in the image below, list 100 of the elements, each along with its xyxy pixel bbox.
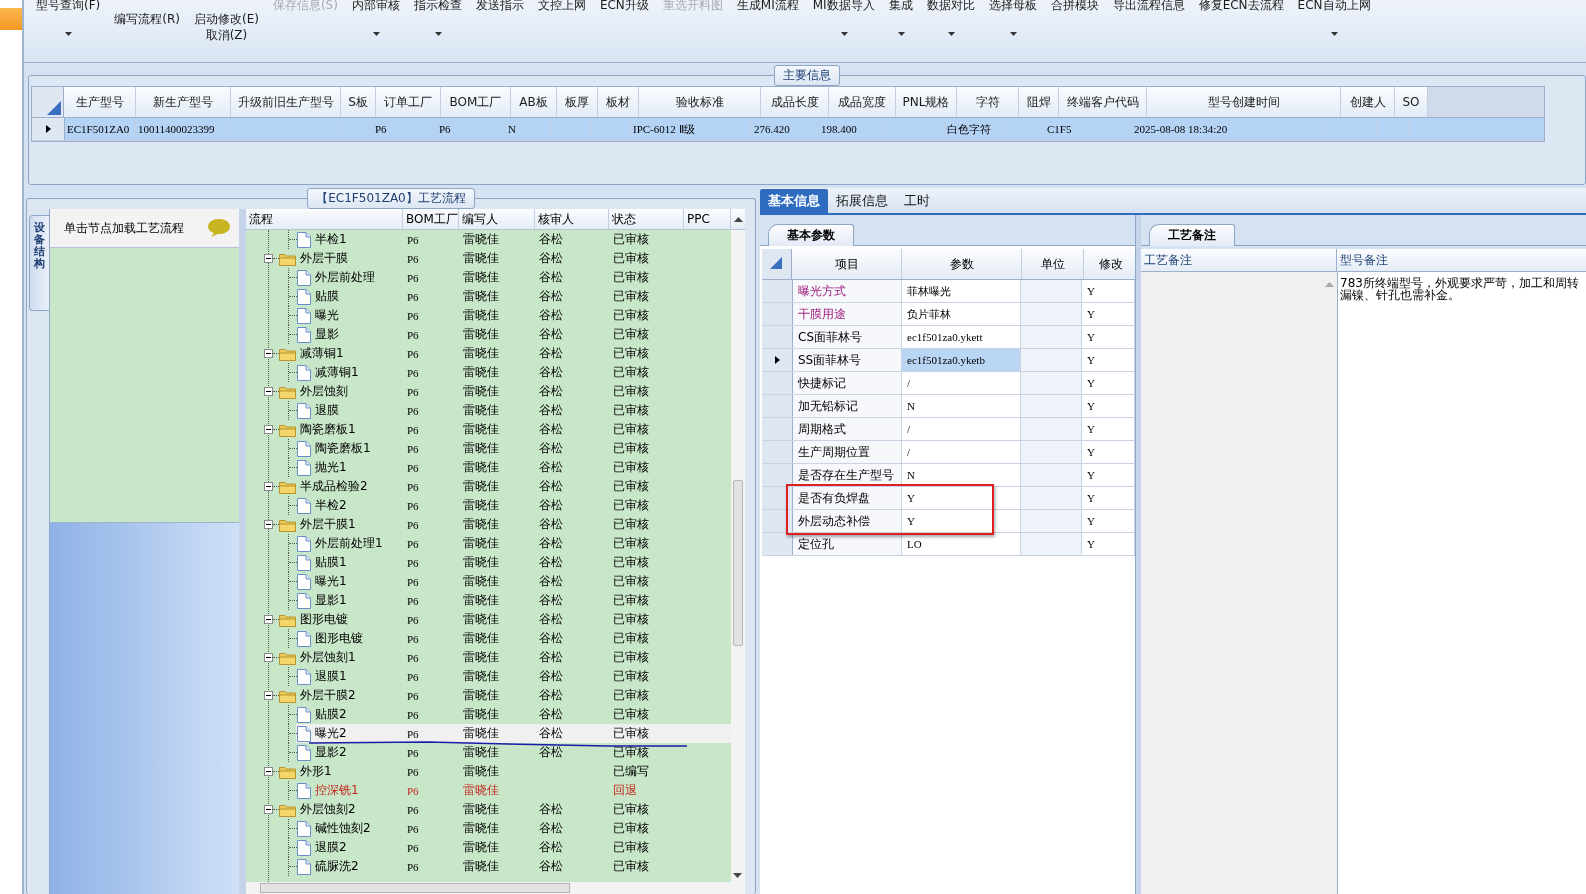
column-header[interactable]: 流程 <box>246 209 403 229</box>
column-header[interactable]: 型号备注 <box>1337 249 1586 271</box>
tree-row[interactable]: 退膜2 P6 雷晓佳 谷松 已审核 <box>246 838 731 857</box>
table-row[interactable]: 是否有负焊盘 Y Y <box>762 487 1135 510</box>
tree-item-label[interactable]: 显影1 <box>315 592 347 609</box>
tree-item-label[interactable]: 半检1 <box>315 231 347 248</box>
column-header[interactable]: 新生产型号 <box>136 87 231 117</box>
toolbar-button[interactable]: 选择母板 <box>984 0 1041 55</box>
column-header[interactable]: PPC <box>684 209 731 229</box>
tree-item-label[interactable]: 曝光1 <box>315 573 347 590</box>
tree-row[interactable]: 半成品检验2 P6 雷晓佳 谷松 已审核 <box>246 477 731 496</box>
scroll-thumb[interactable] <box>260 883 570 893</box>
tree-row[interactable]: 抛光1 P6 雷晓佳 谷松 已审核 <box>246 458 731 477</box>
tree-row[interactable]: 图形电镀 P6 雷晓佳 谷松 已审核 <box>246 610 731 629</box>
table-row[interactable]: 曝光方式 菲林曝光 Y <box>762 280 1135 303</box>
column-header[interactable]: BOM工厂 <box>441 87 511 117</box>
tree-row[interactable]: 外层蚀刻2 P6 雷晓佳 谷松 已审核 <box>246 800 731 819</box>
table-row[interactable]: 定位孔 LO Y <box>762 533 1135 556</box>
collapse-icon[interactable] <box>264 349 273 358</box>
tree-item-label[interactable]: 控深铣1 <box>315 782 359 799</box>
tree-row[interactable]: 显影1 P6 雷晓佳 谷松 已审核 <box>246 591 731 610</box>
tree-item-label[interactable]: 图形电镀 <box>315 630 363 647</box>
table-row[interactable]: CS面菲林号 ec1f501za0.ykett Y <box>762 326 1135 349</box>
tree-row[interactable]: 外层蚀刻 P6 雷晓佳 谷松 已审核 <box>246 382 731 401</box>
tree-row[interactable]: 贴膜 P6 雷晓佳 谷松 已审核 <box>246 287 731 306</box>
table-row[interactable]: 加无铅标记 N Y <box>762 395 1135 418</box>
tree-item-label[interactable]: 半成品检验2 <box>300 478 368 495</box>
table-row[interactable]: 是否存在生产型号 N Y <box>762 464 1135 487</box>
column-header[interactable]: 创建人 <box>1341 87 1395 117</box>
table-row[interactable]: EC1F501ZA0 10011400023399 P6 P6 N IPC-6012 Ⅱ级 276.420 198.400 白色字符 C1F5 2025-08-08 18:34:20 <box>32 118 1544 141</box>
column-header[interactable]: 验收标准 <box>639 87 761 117</box>
tree-item-label[interactable]: 外层蚀刻2 <box>300 801 356 818</box>
tree-row[interactable]: 陶瓷磨板1 P6 雷晓佳 谷松 已审核 <box>246 439 731 458</box>
tree-item-label[interactable]: 贴膜 <box>315 288 339 305</box>
tree-row[interactable]: 陶瓷磨板1 P6 雷晓佳 谷松 已审核 <box>246 420 731 439</box>
tree-row[interactable]: 曝光1 P6 雷晓佳 谷松 已审核 <box>246 572 731 591</box>
tree-item-label[interactable]: 抛光1 <box>315 459 347 476</box>
tree-item-label[interactable]: 陶瓷磨板1 <box>315 440 371 457</box>
tab[interactable]: 工时 <box>896 189 938 213</box>
column-header[interactable]: 升级前旧生产型号 <box>231 87 341 117</box>
table-row[interactable]: 外层动态补偿 Y Y <box>762 510 1135 533</box>
collapse-icon[interactable] <box>264 691 273 700</box>
column-header[interactable]: AB板 <box>511 87 557 117</box>
tree-row[interactable]: 外层蚀刻1 P6 雷晓佳 谷松 已审核 <box>246 648 731 667</box>
tree-row[interactable]: 图形电镀 P6 雷晓佳 谷松 已审核 <box>246 629 731 648</box>
toolbar-button[interactable]: 指示检查 <box>409 0 466 55</box>
column-header[interactable]: 核审人 <box>535 209 609 229</box>
tree-row[interactable]: 半检2 P6 雷晓佳 谷松 已审核 <box>246 496 731 515</box>
column-header[interactable]: 字符 <box>957 87 1019 117</box>
tree-item-label[interactable]: 贴膜1 <box>315 554 347 571</box>
row-header[interactable] <box>32 118 65 140</box>
column-header[interactable]: 板材 <box>598 87 639 117</box>
tree-row[interactable]: 曝光 P6 雷晓佳 谷松 已审核 <box>246 306 731 325</box>
tree-row[interactable]: 减薄铜1 P6 雷晓佳 谷松 已审核 <box>246 363 731 382</box>
collapse-icon[interactable] <box>264 520 273 529</box>
corner-triangle-icon[interactable] <box>769 257 782 269</box>
tree-item-label[interactable]: 外层蚀刻 <box>300 383 348 400</box>
tree-item-label[interactable]: 曝光2 <box>315 725 347 742</box>
column-header[interactable]: PNL规格 <box>896 87 957 117</box>
column-header[interactable]: 编写人 <box>459 209 535 229</box>
column-header[interactable]: 板厚 <box>557 87 598 117</box>
tree-row[interactable]: 减薄铜1 P6 雷晓佳 谷松 已审核 <box>246 344 731 363</box>
column-header[interactable]: 项目 <box>792 249 902 279</box>
collapse-icon[interactable] <box>264 425 273 434</box>
toolbar-button[interactable]: 发送指示 <box>471 0 528 55</box>
column-header[interactable]: 状态 <box>609 209 684 229</box>
toolbar-button[interactable]: 合拼模块 <box>1046 0 1103 55</box>
tree-item-label[interactable]: 退膜2 <box>315 839 347 856</box>
tree-row[interactable]: 退膜1 P6 雷晓佳 谷松 已审核 <box>246 667 731 686</box>
tree-item-label[interactable]: 外层干膜 <box>300 250 348 267</box>
tree-row[interactable]: 半检1 P6 雷晓佳 谷松 已审核 <box>246 230 731 249</box>
column-header[interactable]: 终端客户代码 <box>1059 87 1147 117</box>
tree-row[interactable]: 外形1 P6 雷晓佳 已编写 <box>246 762 731 781</box>
scroll-down-icon[interactable] <box>733 873 742 878</box>
tree-row[interactable]: 退膜 P6 雷晓佳 谷松 已审核 <box>246 401 731 420</box>
tree-item-label[interactable]: 陶瓷磨板1 <box>300 421 356 438</box>
collapse-icon[interactable] <box>264 805 273 814</box>
table-row[interactable]: 周期格式 / Y <box>762 418 1135 441</box>
collapse-icon[interactable] <box>264 767 273 776</box>
column-header[interactable]: 阻焊 <box>1019 87 1059 117</box>
tree-row[interactable]: 外层前处理 P6 雷晓佳 谷松 已审核 <box>246 268 731 287</box>
collapse-icon[interactable] <box>264 653 273 662</box>
table-row[interactable]: 干膜用途 负片菲林 Y <box>762 303 1135 326</box>
tree-item-label[interactable]: 外层干膜1 <box>300 516 356 533</box>
tree-row[interactable]: 显影2 P6 雷晓佳 谷松 已审核 <box>246 743 731 762</box>
toolbar-button[interactable]: 启动修改(E) 取消(Z) <box>189 0 263 55</box>
scroll-up-icon[interactable] <box>733 216 743 222</box>
tree-item-label[interactable]: 减薄铜1 <box>300 345 344 362</box>
column-header[interactable]: BOM工厂 <box>403 209 459 229</box>
tree-item-label[interactable]: 贴膜2 <box>315 706 347 723</box>
side-tab[interactable]: 设备结构 <box>29 215 49 311</box>
tree-item-label[interactable]: 外层蚀刻1 <box>300 649 356 666</box>
column-header[interactable]: 订单工厂 <box>376 87 441 117</box>
column-header[interactable]: 成品长度 <box>761 87 829 117</box>
toolbar-button[interactable]: 编写流程(R) <box>110 0 184 55</box>
scroll-thumb[interactable] <box>733 480 743 646</box>
tab[interactable]: 拓展信息 <box>828 189 896 213</box>
corner-triangle-icon[interactable] <box>47 101 61 115</box>
tree-item-label[interactable]: 外形1 <box>300 763 332 780</box>
collapse-icon[interactable] <box>264 482 273 491</box>
